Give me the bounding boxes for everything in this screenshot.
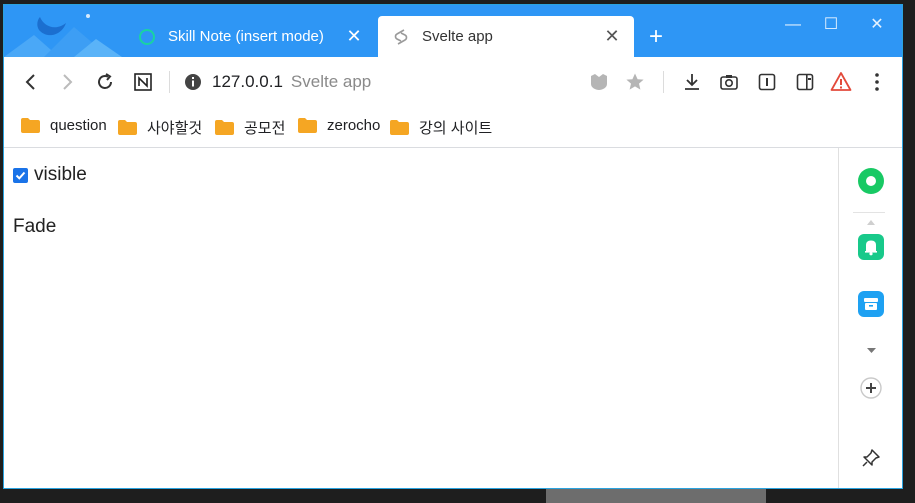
bookmark-label: 사야할것: [147, 120, 203, 137]
pin-icon: [862, 449, 880, 467]
tab-title: Skill Note (insert mode): [168, 28, 324, 45]
visible-checkbox[interactable]: [13, 167, 28, 183]
split-view-icon: [796, 73, 814, 91]
sidebar-divider: [853, 212, 885, 213]
folder-icon: [390, 120, 409, 135]
download-icon: [685, 74, 699, 90]
green-circle-icon: [858, 168, 884, 194]
folder-icon: [118, 120, 137, 135]
maximize-button[interactable]: ☐: [816, 11, 846, 39]
forward-arrow-icon: [63, 74, 73, 90]
back-arrow-icon: [25, 74, 35, 90]
close-icon[interactable]: ✕: [600, 26, 624, 47]
tab-skill-note[interactable]: Skill Note (insert mode) ✕: [130, 16, 376, 57]
shield-button[interactable]: [586, 69, 612, 95]
bookmark-star-button[interactable]: [622, 69, 648, 95]
download-button[interactable]: [679, 69, 705, 95]
bookmark-folder-lecture-sites[interactable]: 강의 사이트: [390, 117, 492, 138]
screenshot-button[interactable]: [716, 69, 742, 95]
bell-icon: [858, 234, 884, 260]
star-icon: [626, 73, 644, 90]
bookmark-folder-to-buy[interactable]: 사야할것: [118, 117, 202, 138]
scroll-down-button[interactable]: [857, 345, 885, 357]
page-content: visible Fade: [4, 148, 838, 488]
back-button[interactable]: [18, 69, 44, 95]
address-bar[interactable]: 127.0.0.1 Svelte app: [212, 72, 371, 92]
url-page-title: Svelte app: [290, 72, 372, 91]
warning-icon: [830, 72, 852, 91]
scroll-up-button[interactable]: [857, 217, 885, 227]
fade-text: Fade: [13, 216, 57, 237]
reload-icon: [98, 73, 112, 89]
folder-icon: [215, 120, 234, 135]
new-tab-button[interactable]: +: [644, 25, 668, 49]
tab-svelte-app[interactable]: Svelte app ✕: [378, 16, 634, 57]
reader-mode-button[interactable]: [754, 69, 780, 95]
navigation-toolbar: 127.0.0.1 Svelte app: [4, 57, 902, 107]
folder-icon: [298, 118, 317, 133]
caret-down-icon: [866, 348, 876, 353]
bookmark-folder-contest[interactable]: 공모전: [215, 117, 285, 138]
reader-icon: [758, 73, 776, 91]
sidebar-whale-button[interactable]: [857, 167, 885, 195]
site-info-button[interactable]: [180, 69, 206, 95]
whale-logo-art: [4, 14, 122, 57]
title-bar: Skill Note (insert mode) ✕ Svelte app ✕ …: [4, 5, 902, 57]
bookmark-label: question: [50, 117, 107, 134]
toolbar-divider: [663, 71, 664, 93]
taskbar-fragment: [546, 489, 766, 503]
circle-outline-icon: [138, 28, 156, 46]
bookmark-label: zerocho: [327, 117, 381, 134]
minimize-button[interactable]: —: [778, 11, 808, 39]
plus-circle-icon: [860, 377, 882, 399]
archive-icon: [858, 291, 884, 317]
browser-sidebar: [838, 148, 902, 488]
bookmark-folder-zerocho[interactable]: zerocho: [298, 117, 380, 134]
bookmark-folder-question[interactable]: question: [21, 117, 107, 134]
toolbar-divider: [169, 71, 170, 93]
sidebar-add-button[interactable]: [857, 374, 885, 402]
sidebar-pin-button[interactable]: [857, 444, 885, 472]
bookmark-label: 공모전: [244, 120, 286, 137]
bookmark-label: 강의 사이트: [419, 120, 493, 137]
shield-icon: [591, 74, 607, 90]
warning-button[interactable]: [828, 69, 854, 95]
url-host: 127.0.0.1: [212, 72, 283, 91]
forward-button[interactable]: [54, 69, 80, 95]
window-close-button[interactable]: ✕: [862, 11, 892, 39]
menu-button[interactable]: [864, 69, 890, 95]
more-vertical-icon: [875, 73, 879, 91]
svelte-icon: [392, 28, 410, 46]
checkbox-label: visible: [34, 164, 87, 185]
visible-checkbox-row[interactable]: visible: [13, 164, 87, 186]
notion-extension-button[interactable]: [130, 69, 156, 95]
bookmarks-bar: question 사야할것 공모전 zerocho 강의 사이트: [4, 107, 902, 148]
sidebar-toggle-button[interactable]: [792, 69, 818, 95]
close-icon[interactable]: ✕: [342, 26, 366, 47]
caret-up-icon: [867, 220, 875, 225]
info-icon: [185, 74, 201, 90]
checkmark-icon: [15, 171, 26, 180]
sidebar-archive-button[interactable]: [857, 290, 885, 318]
folder-icon: [21, 118, 40, 133]
tab-title: Svelte app: [422, 28, 493, 45]
reload-button[interactable]: [92, 69, 118, 95]
notion-icon: [134, 73, 152, 91]
browser-window: Skill Note (insert mode) ✕ Svelte app ✕ …: [3, 4, 903, 489]
camera-icon: [720, 75, 738, 90]
sidebar-notification-button[interactable]: [857, 233, 885, 261]
